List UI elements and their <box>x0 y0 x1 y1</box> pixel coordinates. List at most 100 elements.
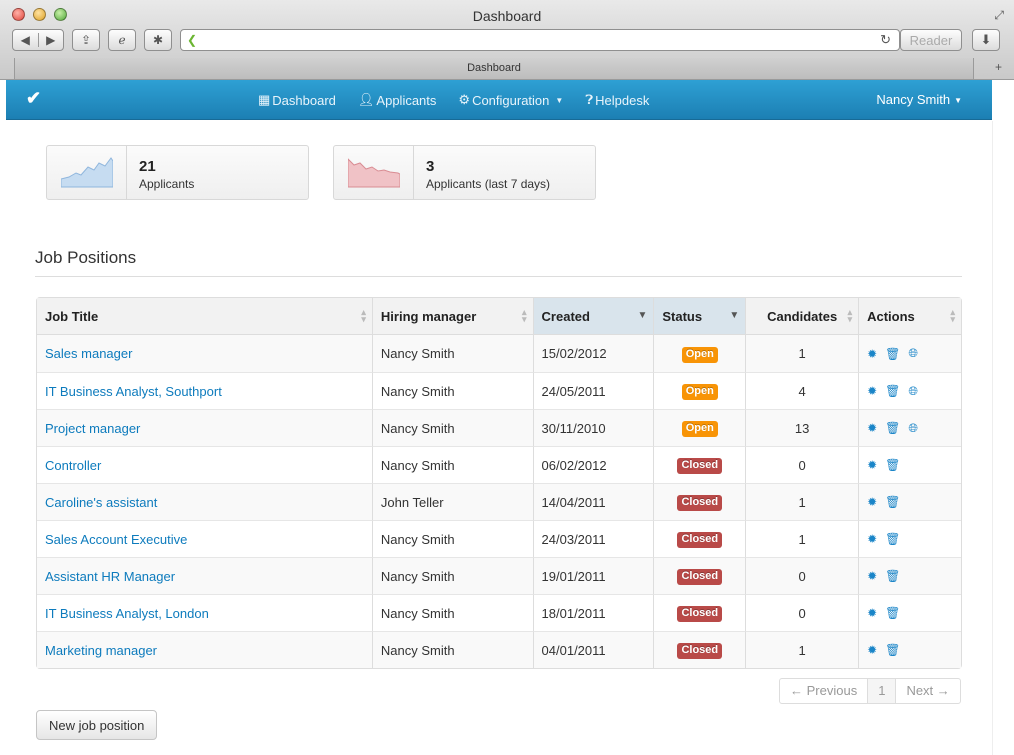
globe-icon[interactable]: 🌐︎ <box>908 384 918 399</box>
settings-gear-icon[interactable]: ✹ <box>867 384 877 398</box>
sort-icon: ▴ ▾ <box>361 307 366 324</box>
status-cell: Closed <box>653 446 746 483</box>
fullscreen-icon[interactable]: ⤢ <box>994 8 1004 23</box>
back-button[interactable]: ◀ <box>13 33 38 47</box>
reload-icon[interactable]: ↻ <box>880 32 891 48</box>
reader-button[interactable]: Reader <box>900 29 962 51</box>
question-icon: ❓︎ <box>585 92 594 107</box>
globe-icon[interactable]: 🌐︎ <box>908 421 918 436</box>
nav-dashboard[interactable]: ▦ Dashboard <box>258 92 336 108</box>
sparkline-down-icon <box>334 146 414 199</box>
job-title-link[interactable]: Assistant HR Manager <box>45 569 175 584</box>
status-cell: Closed <box>653 557 746 594</box>
address-bar[interactable]: ❮ ↻ <box>180 29 900 51</box>
trash-icon[interactable]: 🗑︎ <box>885 458 900 472</box>
download-icon: ⬇ <box>980 32 992 47</box>
status-cell: Open <box>653 335 746 372</box>
next-page-button[interactable]: Next → <box>895 679 959 703</box>
job-title-link[interactable]: Sales Account Executive <box>45 532 187 547</box>
column-header-candidates[interactable]: Candidates ▴ ▾ <box>745 298 859 335</box>
hiring-manager-cell: Nancy Smith <box>371 594 533 631</box>
created-cell: 19/01/2011 <box>532 557 654 594</box>
user-menu[interactable]: Nancy Smith ▼ <box>876 92 962 107</box>
job-title-cell: Project manager <box>37 409 372 446</box>
candidates-cell: 1 <box>745 335 859 372</box>
settings-gear-icon[interactable]: ✹ <box>867 643 877 657</box>
nav-configuration[interactable]: ⚙ Configuration ▼ <box>458 92 563 108</box>
stat-number: 21 <box>139 158 156 175</box>
candidates-cell: 1 <box>745 631 859 668</box>
header-label: Actions <box>867 308 915 324</box>
trash-icon[interactable]: 🗑︎ <box>885 495 900 509</box>
job-title-link[interactable]: Project manager <box>45 421 140 436</box>
candidates-cell: 0 <box>745 594 859 631</box>
status-cell: Closed <box>653 594 746 631</box>
downloads-button[interactable]: ⬇ <box>972 29 1000 51</box>
settings-gear-icon[interactable]: ✹ <box>867 569 877 583</box>
job-title-link[interactable]: IT Business Analyst, Southport <box>45 384 222 399</box>
window-title: Dashboard <box>472 8 542 24</box>
trash-icon[interactable]: 🗑︎ <box>885 569 900 583</box>
settings-gear-icon[interactable]: ✹ <box>867 532 877 546</box>
extension-button-2[interactable]: ✱ <box>144 29 172 51</box>
nav-applicants[interactable]: 👤︎ Applicants <box>358 92 437 108</box>
trash-icon[interactable]: 🗑︎ <box>885 643 900 657</box>
globe-icon[interactable]: 🌐︎ <box>908 346 918 361</box>
forward-button[interactable]: ▶ <box>37 33 64 47</box>
header-label: Created <box>541 308 590 324</box>
tab-dashboard[interactable]: Dashboard <box>14 58 974 80</box>
extension-button-1[interactable]: ℯ <box>108 29 136 51</box>
settings-gear-icon[interactable]: ✹ <box>867 421 877 435</box>
actions-cell: ✹ 🗑︎ <box>858 557 961 594</box>
trash-icon[interactable]: 🗑︎ <box>885 347 900 361</box>
status-cell: Open <box>653 409 746 446</box>
table-row: Sales Account Executive Nancy Smith 24/03/… <box>37 520 961 557</box>
column-header-actions[interactable]: Actions ▴ ▾ <box>858 298 961 335</box>
created-cell: 15/02/2012 <box>532 335 654 372</box>
main-content: 21 Applicants 3 Applicants (last 7 days)… <box>6 121 992 755</box>
actions-cell: ✹ 🗑︎ <box>858 520 961 557</box>
share-icon: ⇪ <box>80 33 92 47</box>
table-row: Controller Nancy Smith 06/02/2012 Closed 0 ✹ 🗑… <box>37 446 961 483</box>
previous-page-button[interactable]: ← Previous <box>780 679 867 703</box>
settings-gear-icon[interactable]: ✹ <box>867 458 877 472</box>
page-1-button[interactable]: 1 <box>867 679 896 703</box>
nav-helpdesk[interactable]: ❓︎ Helpdesk <box>585 92 649 108</box>
settings-gear-icon[interactable]: ✹ <box>867 606 877 620</box>
created-cell: 30/11/2010 <box>532 409 654 446</box>
job-title-link[interactable]: IT Business Analyst, London <box>45 606 209 621</box>
status-badge: Closed <box>677 569 723 585</box>
header-label: Job Title <box>45 308 99 324</box>
column-header-job-title[interactable]: Job Title ▴ ▾ <box>37 298 372 335</box>
job-title-link[interactable]: Caroline's assistant <box>45 495 157 510</box>
column-header-hiring-manager[interactable]: Hiring manager ▴ ▾ <box>371 298 533 335</box>
stat-number: 3 <box>426 158 435 175</box>
status-cell: Closed <box>653 520 746 557</box>
table-row: Marketing manager Nancy Smith 04/01/2011 Cl… <box>37 631 961 668</box>
new-job-position-button[interactable]: New job position <box>36 710 158 740</box>
sort-icon: ▴ ▾ <box>522 307 527 324</box>
scrollbar-track[interactable] <box>992 121 1014 755</box>
settings-gear-icon[interactable]: ✹ <box>867 347 877 361</box>
column-header-status[interactable]: Status ▼ <box>653 298 746 335</box>
hiring-manager-cell: Nancy Smith <box>371 335 533 372</box>
table-row: Project manager Nancy Smith 30/11/2010 Open… <box>37 409 961 446</box>
trash-icon[interactable]: 🗑︎ <box>885 421 900 435</box>
job-title-link[interactable]: Controller <box>45 458 101 473</box>
trash-icon[interactable]: 🗑︎ <box>885 606 900 620</box>
checkmark-icon[interactable]: ✔ <box>26 88 41 109</box>
header-label: Hiring manager <box>380 308 477 324</box>
hiring-manager-cell: Nancy Smith <box>371 372 533 409</box>
status-cell: Closed <box>653 631 746 668</box>
new-tab-icon[interactable]: + <box>995 60 1002 74</box>
actions-cell: ✹ 🗑︎ 🌐︎ <box>858 335 961 372</box>
candidates-cell: 1 <box>745 483 859 520</box>
history-nav: ◀ ▶ <box>12 29 64 51</box>
job-title-link[interactable]: Marketing manager <box>45 643 157 658</box>
settings-gear-icon[interactable]: ✹ <box>867 495 877 509</box>
column-header-created[interactable]: Created ▼ <box>532 298 654 335</box>
share-button[interactable]: ⇪ <box>72 29 100 51</box>
job-title-link[interactable]: Sales manager <box>45 346 132 361</box>
trash-icon[interactable]: 🗑︎ <box>885 384 900 398</box>
trash-icon[interactable]: 🗑︎ <box>885 532 900 546</box>
